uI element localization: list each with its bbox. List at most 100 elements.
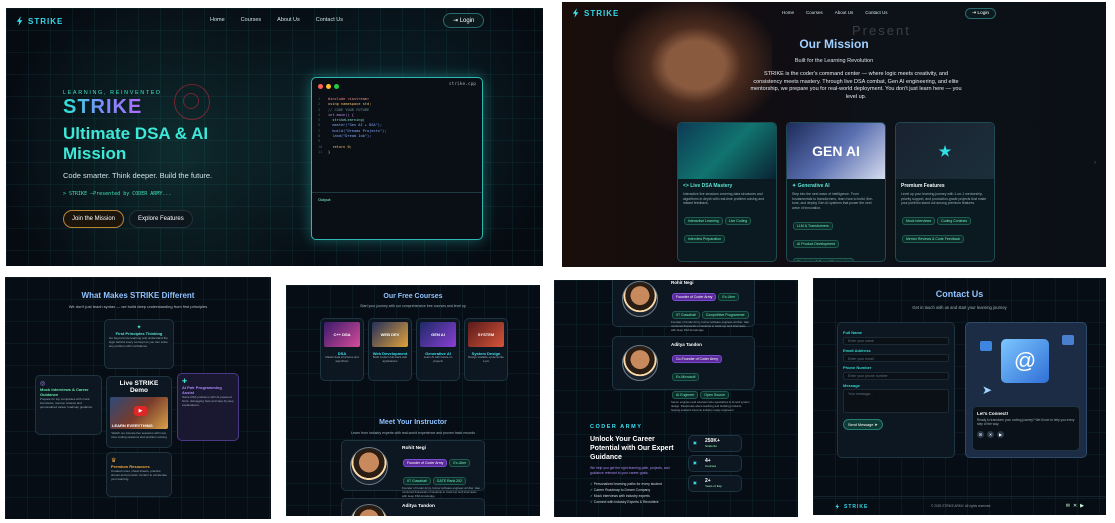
youtube-icon[interactable]: ▶ — [1080, 503, 1084, 509]
play-icon[interactable]: ▶ — [134, 406, 147, 416]
code-text: master("Gen AI + DSA"); — [328, 123, 383, 128]
bolt-icon — [835, 503, 839, 510]
login-button[interactable]: ⇥ Login — [965, 8, 997, 19]
footer-brand[interactable]: STRIKE — [835, 503, 868, 510]
maximize-dot-icon[interactable] — [334, 84, 339, 89]
instructor-bio: Senior engineer and educator who special… — [671, 400, 750, 412]
contact-illustration-card: @ ➤ Let's Connect! Ready to transform yo… — [965, 322, 1087, 458]
mission-title: Our Mission — [799, 37, 869, 51]
mail-icon[interactable]: ✉ — [977, 430, 984, 438]
stat-label: Students — [705, 444, 717, 448]
close-dot-icon[interactable] — [318, 84, 323, 89]
mission-card-image — [678, 123, 776, 179]
brand-logo[interactable]: STRIKE — [572, 8, 619, 18]
bolt-icon — [16, 16, 23, 26]
contact-subtitle: Get in touch with us and start your lear… — [912, 305, 1007, 310]
name-label: Full Name — [843, 330, 863, 335]
hero-logo: STRIKE — [63, 96, 143, 118]
connect-title: Let's Connect! — [977, 411, 1009, 416]
badge: Ex-Uber — [449, 459, 471, 467]
feature-title: Mock Interviews & Career Guidance — [40, 387, 89, 397]
mission-card[interactable]: <> Live DSA Mastery Interactive live sess… — [677, 122, 777, 262]
course-card[interactable]: WEB DEV Web Development Build modern full-… — [368, 318, 412, 381]
career-point-text: Personalized learning paths for every st… — [593, 482, 662, 486]
email-input[interactable]: Enter your email — [843, 354, 949, 362]
instructor-card-rohit[interactable]: Rohit Negi Founder of Coder Army Ex-Uber … — [612, 280, 755, 332]
x-twitter-icon[interactable]: ✕ — [987, 430, 994, 438]
feature-text: Curated notes, cheat sheets, practice sh… — [111, 469, 167, 482]
scroll-arrow-icon[interactable]: › — [1094, 160, 1096, 166]
instructor-card-aditya[interactable]: Aditya Tandon Co-Founder of Coder ArmyEx… — [612, 336, 755, 412]
nav-about[interactable]: About Us — [269, 17, 308, 23]
nav-courses[interactable]: Courses — [233, 17, 269, 23]
join-mission-button[interactable]: Join the Mission — [63, 210, 125, 228]
mission-card-title: <> Live DSA Mastery — [683, 183, 733, 189]
code-text: build("Dreams Projects"); — [328, 128, 387, 133]
send-message-button[interactable]: Send Message ➤ — [843, 419, 883, 430]
feature-ai-pair[interactable]: ✚ AI Pair Programming Assist Solve DSA p… — [177, 373, 239, 441]
explore-features-button[interactable]: Explore Features — [129, 210, 193, 228]
course-card[interactable]: GEN AI Generative AI Learn AI with hands-o… — [416, 318, 460, 381]
hero-presented: > STRIKE –Presented by CODER ARMY... — [63, 191, 172, 197]
hero-panel: STRIKE Home Courses About Us Contact Us … — [6, 8, 543, 266]
course-card[interactable]: C++ DSA DSA Master data structures and alg… — [320, 318, 364, 381]
nav-home[interactable]: Home — [776, 10, 800, 15]
badge: GATE Rank 202 — [432, 477, 467, 485]
brain-icon: ✚ — [182, 379, 188, 385]
minimize-dot-icon[interactable] — [326, 84, 331, 89]
login-label: Login — [459, 18, 475, 24]
instructor-card-aditya-preview[interactable]: Aditya Tandon — [341, 498, 485, 516]
brand-logo[interactable]: STRIKE — [16, 16, 63, 26]
career-title: Unlock Your Career Potential with Our Ex… — [590, 436, 674, 461]
youtube-icon[interactable]: ▶ — [997, 430, 1004, 438]
x-twitter-icon[interactable]: ✕ — [1073, 503, 1077, 509]
mission-card[interactable]: ★ Premium Features Level up your learning … — [895, 122, 995, 262]
instructor-bio: Founder of Coder Army, former software e… — [402, 486, 480, 498]
nav-contact[interactable]: Contact Us — [308, 17, 351, 23]
career-point-text: Mock interviews with industry experts — [593, 494, 650, 498]
nav-courses[interactable]: Courses — [800, 10, 829, 15]
code-text: #include <iostream> — [328, 97, 370, 101]
mission-tag: Interview Preparation — [684, 235, 726, 244]
connect-box: Let's Connect! Ready to transform your c… — [972, 406, 1080, 451]
message-textarea[interactable]: Your message... — [843, 389, 949, 413]
demo-thumbnail[interactable]: ▶ LEARN EVERYTHING — [110, 397, 168, 429]
mail-icon[interactable]: ✉ — [1066, 503, 1070, 509]
instructor-bio: Founder of Coder Army, former software e… — [671, 320, 749, 332]
course-thumb-text: C++ DSA — [333, 332, 351, 337]
course-thumb-text: WEB DEV — [380, 332, 400, 337]
feature-text: Go beyond rote learning and understand t… — [109, 336, 168, 349]
hero-tagline: Code smarter. Think deeper. Build the fu… — [63, 171, 213, 180]
mission-tag: Fine-tuning & Prompt Engineering — [793, 257, 854, 261]
badge: Ex-Microsoft — [672, 373, 700, 381]
instructor-card-rohit[interactable]: Rohit Negi Founder of Coder Army Ex-Uber … — [341, 440, 485, 498]
why-subtitle: We don't just teach syntax — we build de… — [68, 304, 208, 309]
course-thumb-text: GEN AI — [431, 332, 445, 337]
feature-mock-interviews[interactable]: ◎ Mock Interviews & Career Guidance Prep… — [35, 375, 102, 435]
code-text: strikeLearning( — [328, 118, 365, 123]
mission-card[interactable]: GEN AI ✦ Generative AI Step into the next … — [786, 122, 886, 262]
nav-contact[interactable]: Contact Us — [859, 10, 893, 15]
name-input[interactable]: Enter your name — [843, 336, 949, 345]
phone-input[interactable]: Enter your phone number — [843, 371, 949, 380]
badge: Co-Founder of Coder Army — [672, 355, 723, 363]
code-line: 11} — [318, 150, 476, 155]
demo-thumb-text: LEARN EVERYTHING — [112, 423, 153, 428]
course-card[interactable]: SYSTEM System Design Design scalable syste… — [464, 318, 508, 381]
login-button[interactable]: ⇥ Login — [443, 13, 485, 28]
code-text: // CODE YOUR FUTURE — [328, 107, 370, 112]
why-title: What Makes STRIKE Different — [81, 291, 195, 300]
live-demo-card[interactable]: Live STRIKE Demo ▶ LEARN EVERYTHING Watc… — [106, 376, 172, 448]
nav-about[interactable]: About Us — [829, 10, 860, 15]
career-point-text: Connect with Industry Experts & Recruite… — [593, 500, 659, 504]
contact-form: Full Name Enter your name Email Address … — [837, 322, 955, 458]
mission-tag: Interactive Learning — [684, 217, 723, 226]
nav-home[interactable]: Home — [202, 17, 233, 23]
stat-label: Courses — [705, 464, 717, 468]
mission-cards: <> Live DSA Mastery Interactive live sess… — [677, 122, 997, 262]
code-editor: strike.cpp 1 #include <iostream> 2 using na… — [311, 77, 483, 240]
course-thumb-text: SYSTEM — [477, 332, 495, 337]
feature-first-principles[interactable]: ✦ First Principles Thinking Go beyond ro… — [104, 319, 174, 369]
feature-premium-resources[interactable]: ♛ Premium Resources Curated notes, cheat… — [106, 452, 172, 497]
demo-caption: Watch our intense live sessions with rea… — [111, 431, 167, 440]
